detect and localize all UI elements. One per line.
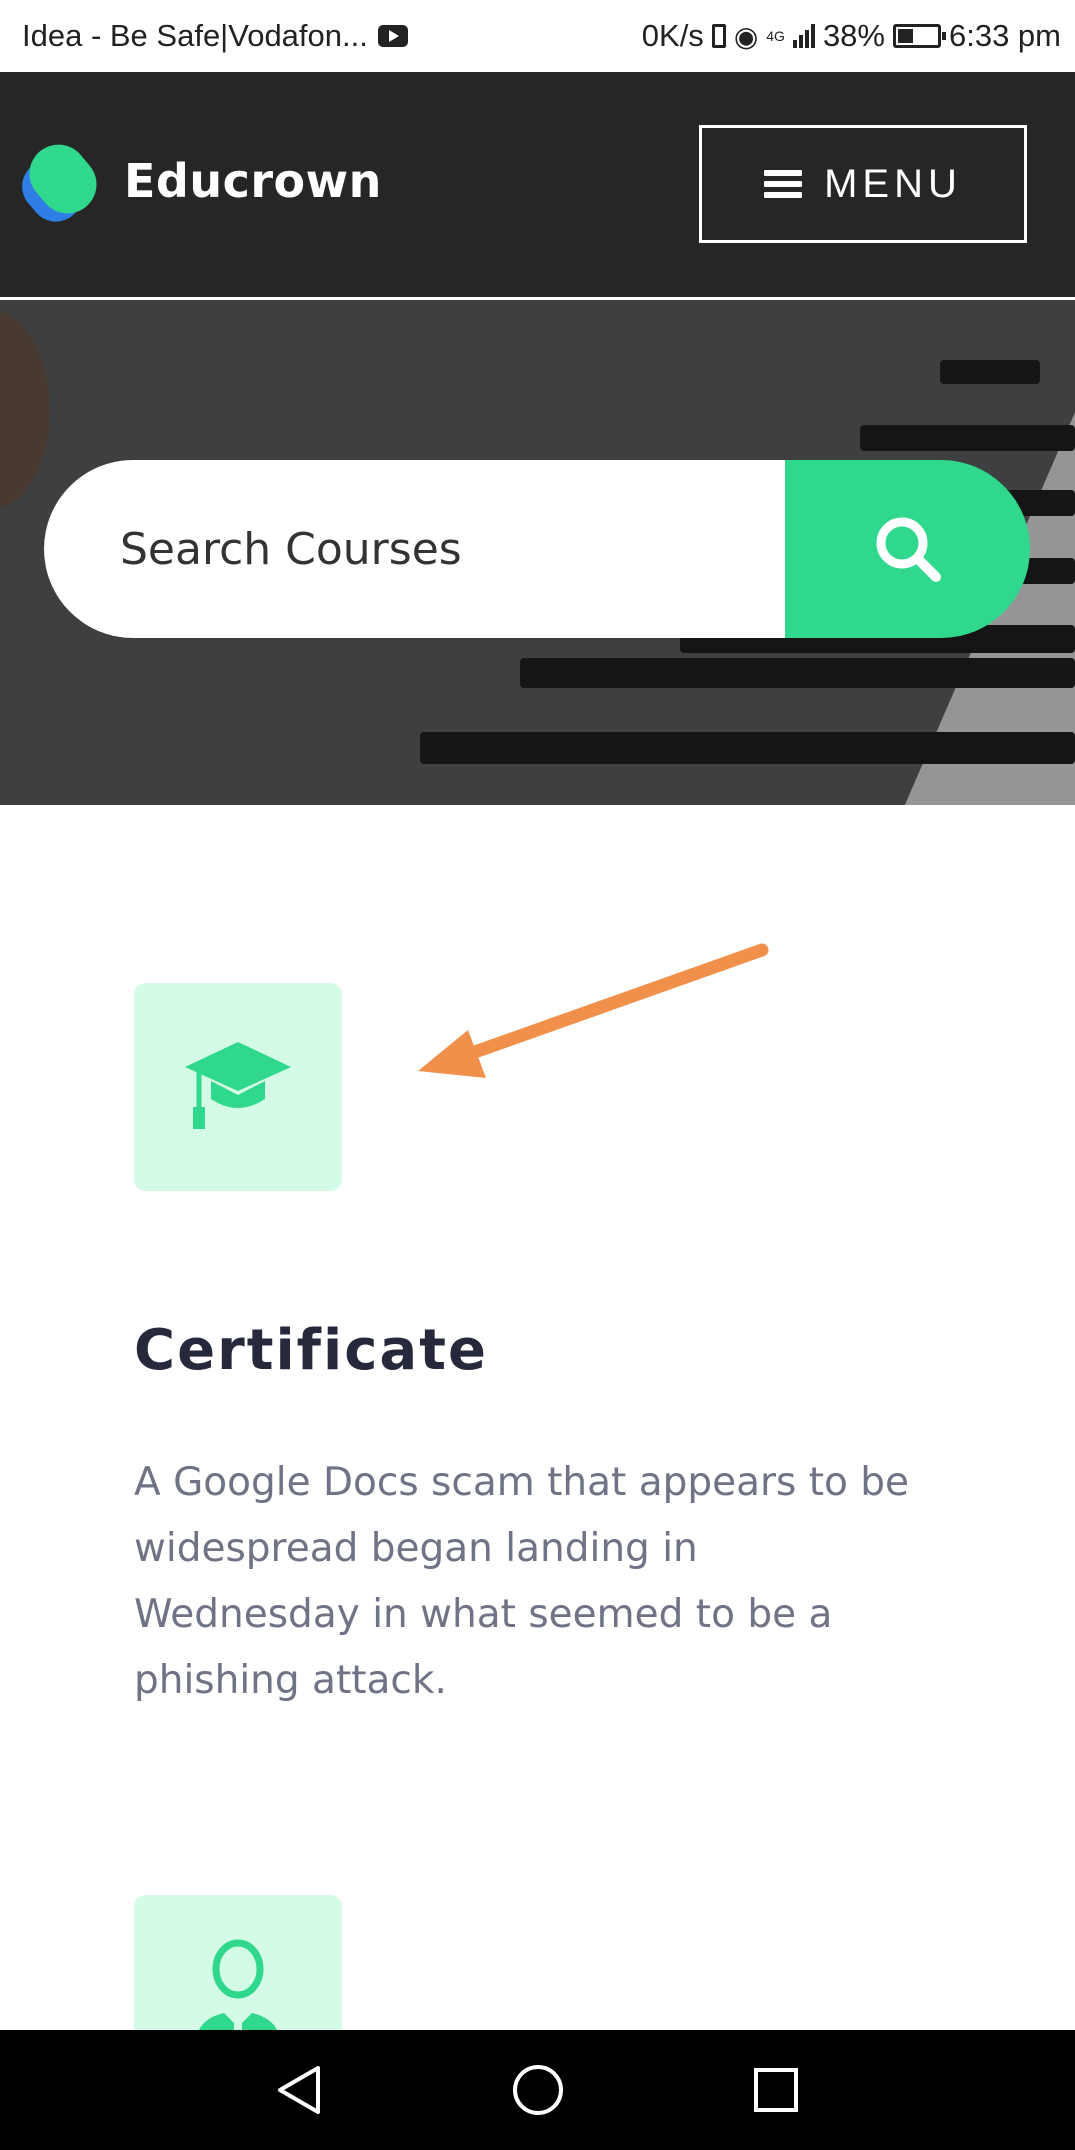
back-icon[interactable] — [270, 2060, 330, 2120]
brand-name[interactable]: Educrown — [124, 154, 382, 208]
logo-icon[interactable] — [11, 132, 109, 233]
search-button[interactable] — [785, 460, 1030, 638]
clock: 6:33 pm — [948, 18, 1061, 53]
battery-percent: 38% — [822, 18, 885, 53]
status-bar: Idea - Be Safe|Vodafon... 0K/s ◉ 4G 38% … — [0, 0, 1075, 72]
eye-comfort-icon: ◉ — [733, 20, 759, 52]
feature-description: A Google Docs scam that appears to be wi… — [134, 1460, 910, 1703]
hero-banner: Search Courses — [0, 300, 1075, 805]
instructor-icon-tile — [134, 1895, 342, 2030]
certificate-icon-tile — [134, 983, 342, 1191]
feature-title: Certificate — [134, 1318, 488, 1383]
site-header: Educrown MENU — [0, 72, 1075, 300]
hero-decor — [0, 310, 50, 510]
search-icon — [876, 517, 941, 582]
recents-icon[interactable] — [746, 2060, 806, 2120]
graduation-cap-icon — [185, 1042, 291, 1129]
status-right: 0K/s ◉ 4G 38% 6:33 pm — [642, 18, 1061, 54]
status-left: Idea - Be Safe|Vodafon... — [22, 18, 408, 54]
youtube-notification-icon — [377, 25, 408, 47]
hamburger-icon — [764, 170, 803, 198]
signal-icon — [792, 24, 815, 48]
annotation-arrow — [418, 943, 769, 1078]
search-bar: Search Courses — [44, 460, 1030, 638]
carrier-name: Idea - Be Safe|Vodafon... — [22, 18, 368, 53]
net-speed: 0K/s — [641, 18, 704, 53]
battery-icon — [892, 24, 946, 48]
search-input[interactable]: Search Courses — [44, 460, 785, 638]
user-icon — [199, 1939, 277, 2030]
menu-label: MENU — [824, 161, 962, 206]
network-type: 4G — [766, 28, 785, 44]
home-icon[interactable] — [508, 2060, 568, 2120]
vibrate-icon — [711, 24, 726, 48]
menu-button[interactable]: MENU — [699, 125, 1027, 243]
system-navigation-bar — [0, 2030, 1075, 2150]
